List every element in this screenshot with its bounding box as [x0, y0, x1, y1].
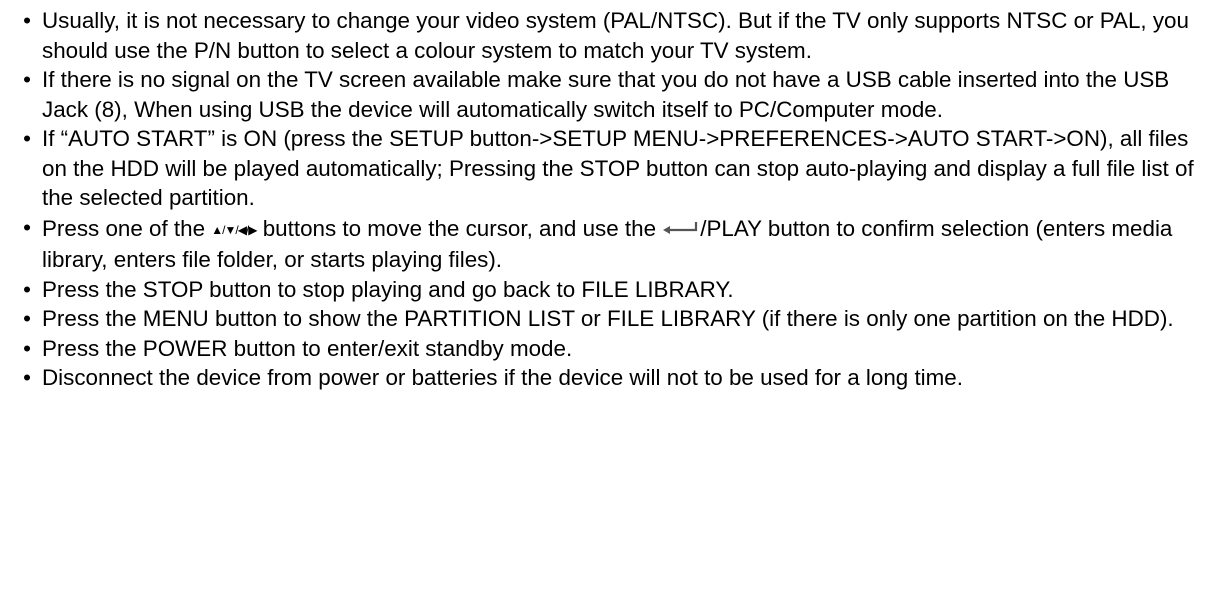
list-item: • Press the MENU button to show the PART… [20, 304, 1219, 334]
list-item: • If “AUTO START” is ON (press the SETUP… [20, 124, 1219, 213]
arrow-buttons-icon: ▲/▼/◀/▶ [211, 222, 257, 237]
instruction-list: • Usually, it is not necessary to change… [20, 6, 1219, 393]
bullet-icon: • [23, 365, 31, 390]
bullet-icon: • [23, 335, 31, 361]
list-item: • Press the POWER button to enter/exit s… [20, 334, 1219, 364]
list-item: • Press the STOP button to stop playing … [20, 275, 1219, 305]
list-item-text: If “AUTO START” is ON (press the SETUP b… [42, 126, 1194, 210]
bullet-icon: • [23, 67, 31, 92]
list-item-text: Press the STOP button to stop playing an… [42, 276, 734, 302]
list-item-text: Press the POWER button to enter/exit sta… [42, 335, 573, 361]
list-item: • Usually, it is not necessary to change… [20, 6, 1219, 65]
document-page: • Usually, it is not necessary to change… [0, 0, 1229, 607]
list-item: • Disconnect the device from power or ba… [20, 363, 1219, 393]
bullet-icon: • [23, 214, 31, 240]
list-item: • If there is no signal on the TV screen… [20, 65, 1219, 124]
list-item-text-middle: buttons to move the cursor, and use the [256, 215, 663, 241]
bullet-icon: • [23, 8, 31, 33]
list-item-text-start: Press one of the [42, 215, 212, 241]
list-item: • Press one of the ▲/▼/◀/▶ buttons to mo… [20, 213, 1219, 275]
bullet-icon: • [23, 306, 31, 331]
enter-icon [662, 213, 700, 243]
list-item-text: Disconnect the device from power or batt… [42, 365, 963, 390]
list-item-text: Usually, it is not necessary to change y… [42, 8, 1189, 63]
list-item-text: Press the MENU button to show the PARTIT… [42, 306, 1174, 331]
bullet-icon: • [23, 126, 31, 151]
bullet-icon: • [23, 276, 31, 302]
list-item-text: If there is no signal on the TV screen a… [42, 67, 1170, 122]
